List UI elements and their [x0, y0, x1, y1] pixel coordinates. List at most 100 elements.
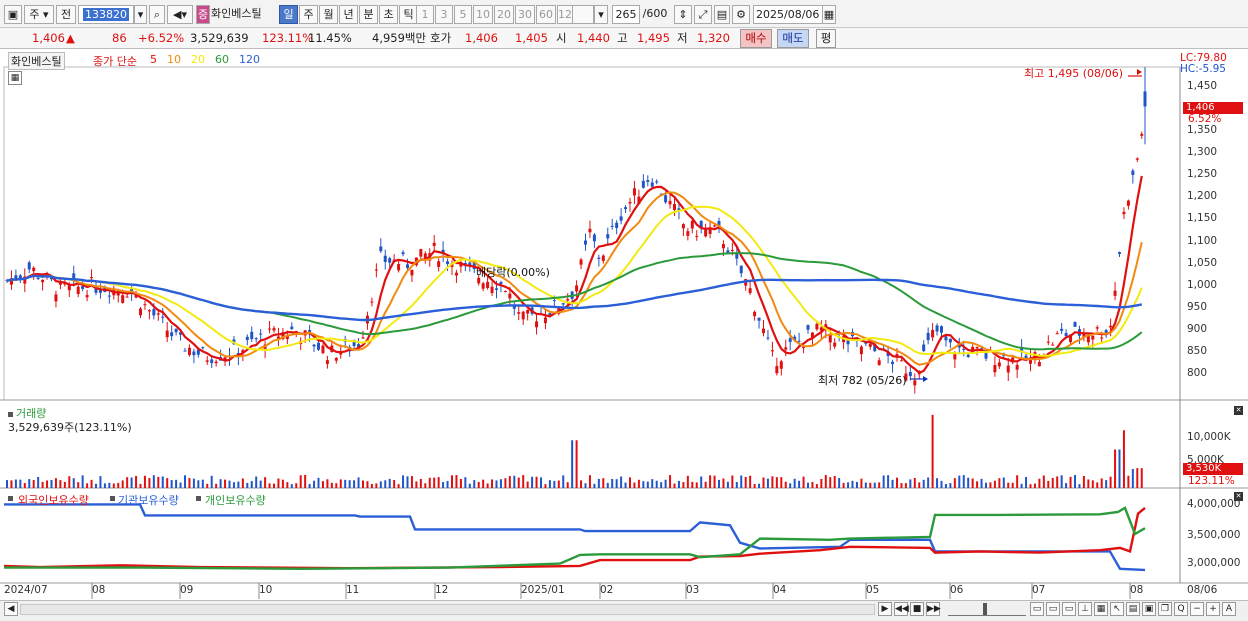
interval-tab-3[interactable]: 10: [473, 5, 493, 24]
candle-body-8: [41, 279, 45, 283]
speaker-icon[interactable]: ◀▾: [167, 5, 193, 24]
calendar-icon[interactable]: ▦: [822, 5, 836, 24]
volume-bar-165: [740, 475, 743, 488]
interval-tab-0[interactable]: 1: [416, 5, 434, 24]
stock-code-value: 133820: [83, 8, 129, 21]
date-input[interactable]: 2025/08/06: [753, 5, 823, 24]
candle-body-126: [566, 299, 570, 301]
volume-bar-221: [989, 482, 992, 488]
volume-bar-230: [1029, 484, 1032, 488]
period-tab-4[interactable]: 분: [359, 5, 378, 24]
rewind-icon[interactable]: ◀◀: [894, 602, 909, 616]
save-icon[interactable]: ▤: [714, 5, 730, 24]
zoom-slider[interactable]: [948, 603, 1026, 616]
sell-button[interactable]: 매도: [777, 29, 809, 48]
layout-icon[interactable]: ▣: [4, 5, 22, 24]
scroll-right-icon[interactable]: ▶: [878, 602, 892, 616]
zoom-out-icon[interactable]: Q: [1174, 602, 1188, 616]
arrows-icon[interactable]: ⤢: [694, 5, 712, 24]
volume-bar-112: [504, 478, 507, 488]
market-select[interactable]: 주 ▾: [24, 5, 54, 24]
candle-body-82: [370, 301, 374, 303]
window-icon-3[interactable]: ▭: [1062, 602, 1076, 616]
zoom-icon[interactable]: ⇕: [674, 5, 692, 24]
ma-legend-item-120[interactable]: 120: [239, 53, 260, 66]
period-tab-1[interactable]: 주: [299, 5, 318, 24]
search-icon[interactable]: ⌕: [149, 5, 165, 24]
candle-body-246: [1100, 337, 1104, 339]
candle-body-91: [410, 269, 414, 276]
interval-tab-6[interactable]: 60: [536, 5, 556, 24]
minus-icon[interactable]: −: [1190, 602, 1204, 616]
volume-bar-10: [50, 479, 53, 488]
candle-body-216: [966, 354, 970, 358]
holding-legend-item-2[interactable]: 개인보유수량: [205, 492, 266, 508]
interval-tab-5[interactable]: 30: [515, 5, 535, 24]
eval-button[interactable]: 평: [816, 29, 836, 48]
volume-bar-4: [23, 483, 26, 488]
candle-body-69: [312, 344, 316, 347]
window-icon-2[interactable]: ▭: [1046, 602, 1060, 616]
candle-body-60: [272, 328, 276, 331]
ma-legend-item-10[interactable]: 10: [167, 53, 181, 66]
plus-icon[interactable]: +: [1206, 602, 1220, 616]
scroll-left-icon[interactable]: ◀: [4, 602, 18, 616]
interval-tab-1[interactable]: 3: [435, 5, 453, 24]
holding-axis-4m: 4,000,000: [1187, 498, 1241, 510]
ma-legend-item-5[interactable]: 5: [150, 53, 157, 66]
holding-legend-item-0[interactable]: 외국인보유수량: [18, 492, 89, 508]
volume-bar-3: [19, 479, 22, 488]
axis-icon[interactable]: ⊥: [1078, 602, 1092, 616]
candle-body-249: [1113, 290, 1117, 296]
volume-close-icon[interactable]: ✕: [1234, 406, 1243, 415]
period-tab-3[interactable]: 년: [339, 5, 358, 24]
text-icon[interactable]: A: [1222, 602, 1236, 616]
volume-bar-100: [451, 475, 453, 488]
gear-icon[interactable]: ⚙: [732, 5, 750, 24]
volume-pct-tag: 123.11%: [1188, 475, 1235, 487]
volume-bar-239: [1069, 476, 1072, 488]
candle-body-121: [543, 317, 547, 324]
window-icon-1[interactable]: ▭: [1030, 602, 1044, 616]
candle-body-220: [984, 352, 988, 359]
volume-bar-120: [540, 477, 542, 488]
code-dropdown-icon[interactable]: ▾: [134, 5, 147, 24]
scroll-track[interactable]: [20, 604, 875, 615]
image-icon[interactable]: ▣: [1142, 602, 1156, 616]
volume-bar-138: [620, 476, 623, 488]
candle-body-16: [76, 286, 80, 294]
interval-custom-input[interactable]: [572, 5, 594, 24]
product-badge: 증: [196, 5, 210, 24]
copy-icon[interactable]: ❐: [1158, 602, 1172, 616]
print-icon[interactable]: ▤: [1126, 602, 1140, 616]
stock-chart[interactable]: [0, 50, 1248, 600]
ma-legend-item-20[interactable]: 20: [191, 53, 205, 66]
pointer-icon[interactable]: ↖: [1110, 602, 1124, 616]
holding-close-icon[interactable]: ✕: [1234, 492, 1243, 501]
period-tab-5[interactable]: 초: [379, 5, 398, 24]
volume-bar-208: [931, 414, 934, 488]
stop-icon[interactable]: ■: [910, 602, 924, 616]
interval-tab-4[interactable]: 20: [494, 5, 514, 24]
zoom-slider-handle[interactable]: [983, 603, 987, 615]
count-input[interactable]: 265: [612, 5, 640, 24]
volume-bar-13: [63, 481, 66, 488]
holding-legend-item-1[interactable]: 기관보유수량: [118, 492, 179, 508]
table-icon[interactable]: ▦: [8, 71, 22, 85]
interval-dropdown-icon[interactable]: ▾: [594, 5, 608, 24]
buy-button[interactable]: 매수: [740, 29, 772, 48]
volume-bar-130: [584, 483, 587, 488]
volume-bar-39: [179, 482, 182, 488]
volume-bar-20: [95, 483, 97, 488]
period-tab-2[interactable]: 월: [319, 5, 338, 24]
fast-forward-icon[interactable]: ▶▶: [926, 602, 941, 616]
ma-legend-item-60[interactable]: 60: [215, 53, 229, 66]
candle-body-150: [673, 204, 676, 210]
volume-bar-247: [1105, 480, 1108, 488]
volume-bar-195: [873, 482, 876, 488]
period-tab-0[interactable]: 일: [279, 5, 298, 24]
prev-button[interactable]: 전: [56, 5, 76, 24]
grid-icon[interactable]: ▦: [1094, 602, 1108, 616]
interval-tab-2[interactable]: 5: [454, 5, 472, 24]
stock-code-input[interactable]: 133820: [78, 5, 134, 24]
